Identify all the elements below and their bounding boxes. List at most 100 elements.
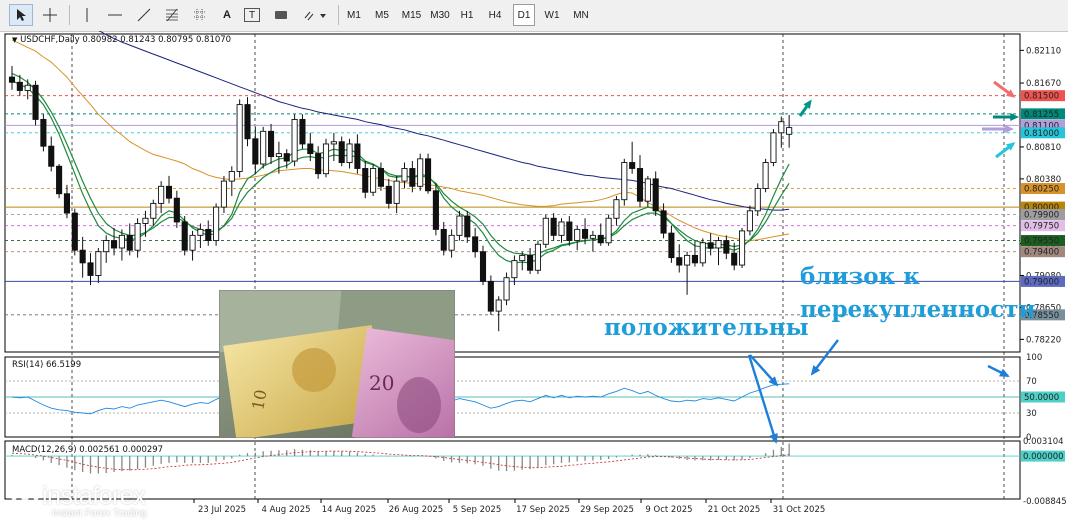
candle-body — [786, 127, 793, 135]
candle-body — [582, 228, 589, 239]
candle-body — [268, 130, 275, 158]
toolbar-separator — [338, 5, 339, 25]
candle-body — [24, 84, 31, 91]
candle-body — [205, 228, 212, 242]
candle-body — [495, 299, 502, 312]
rectangle-tool-button[interactable] — [270, 4, 292, 26]
chart-menu-triangle-icon: ▼ — [12, 36, 18, 44]
price-tag-label: 0.80250 — [1024, 185, 1059, 195]
horizontal-line-tool-button[interactable] — [104, 4, 126, 26]
candle-body — [652, 178, 659, 212]
price-tag-label: 0.81255 — [1024, 110, 1059, 120]
candle-body — [56, 165, 63, 195]
candle-body — [307, 143, 314, 155]
candle-body — [487, 280, 494, 312]
y-tick-label: 0.78220 — [1026, 335, 1061, 345]
timeframe-m15-button[interactable]: M15 — [399, 4, 424, 26]
macd-tick-label: 0.003104 — [1023, 437, 1064, 447]
instaforex-logo: instaforex Instant Forex Trading — [8, 480, 178, 520]
candle-body — [558, 221, 565, 236]
timeframe-m30-button[interactable]: M30 — [427, 4, 453, 26]
vertical-line-tool-button[interactable] — [76, 4, 98, 26]
overbought-annotation-line2: перекупленности — [800, 296, 1036, 323]
price-tag-label: 0.79400 — [1024, 248, 1059, 258]
candle-body — [197, 228, 204, 236]
candle-body — [762, 162, 769, 189]
timeframe-w1-button[interactable]: W1 — [541, 4, 563, 26]
svg-text:20: 20 — [369, 371, 394, 395]
candle-body — [142, 217, 149, 224]
candle-body — [165, 185, 173, 199]
candle-body — [448, 234, 455, 251]
rsi-tick-label: 100 — [1026, 353, 1042, 363]
horizontal-line-icon — [108, 14, 122, 16]
x-tick-label: 14 Aug 2025 — [322, 505, 376, 515]
candle-body — [79, 249, 86, 264]
x-tick-label: 31 Oct 2025 — [773, 505, 826, 515]
candle-body — [621, 162, 628, 201]
candle-body — [503, 277, 510, 301]
macd-zero-tag-label: 0.000000 — [1023, 452, 1064, 462]
timeframe-mn-button[interactable]: MN — [569, 4, 593, 26]
candle-body — [668, 232, 675, 259]
candle-body — [707, 242, 714, 249]
grid-tool-button[interactable] — [189, 4, 211, 26]
candle-body — [228, 171, 235, 182]
timeframe-h4-button[interactable]: H4 — [484, 4, 506, 26]
arrows-tool-dropdown[interactable] — [300, 4, 330, 26]
candle-body — [472, 236, 479, 253]
toolbar-separator — [69, 5, 70, 25]
candle-body — [322, 143, 330, 175]
candle-body — [597, 234, 604, 244]
candle-body — [566, 221, 573, 242]
candle-body — [534, 243, 541, 271]
logo-tagline: Instant Forex Trading — [52, 508, 147, 519]
price-tag-label: 0.79000 — [1024, 277, 1059, 287]
timeframe-m5-button[interactable]: M5 — [371, 4, 393, 26]
fibonacci-icon — [166, 8, 178, 22]
trendline-tool-button[interactable] — [133, 4, 155, 26]
candle-body — [118, 234, 125, 249]
candle-body — [754, 188, 761, 212]
price-tag-label: 0.79900 — [1024, 211, 1059, 221]
candle-body — [660, 210, 667, 234]
timeframe-d1-button[interactable]: D1 — [513, 4, 535, 26]
currency-banknotes-photo: 10 20 — [219, 290, 455, 438]
timeframe-m1-button[interactable]: M1 — [343, 4, 365, 26]
price-tag-label: 0.81500 — [1024, 92, 1059, 102]
x-tick-label: 5 Sep 2025 — [453, 505, 501, 515]
candle-body — [110, 240, 118, 249]
cursor-arrow-icon — [17, 9, 26, 21]
candle-body — [691, 254, 698, 264]
price-tag-label: 0.81000 — [1024, 129, 1059, 139]
rsi-indicator-label: RSI(14) 66.5199 — [12, 360, 82, 370]
candle-body — [676, 257, 683, 266]
candle-body — [291, 118, 298, 162]
text-label-tool-button[interactable]: T — [244, 8, 260, 22]
crosshair-tool-button[interactable] — [38, 4, 62, 26]
candle-body — [613, 199, 620, 219]
candle-body — [644, 178, 651, 202]
candle-body — [715, 240, 722, 249]
candle-body — [354, 143, 361, 169]
candle-body — [456, 215, 463, 236]
cursor-tool-button[interactable] — [9, 4, 33, 26]
fibonacci-tool-button[interactable] — [161, 4, 183, 26]
candle-body — [32, 84, 39, 120]
macd-indicator-label: MACD(12,26,9) 0.002561 0.000297 — [12, 445, 164, 455]
candle-body — [377, 168, 385, 187]
candle-body — [40, 118, 47, 147]
crosshair-icon — [43, 8, 57, 22]
candle-body — [213, 206, 220, 242]
x-tick-label: 9 Oct 2025 — [645, 505, 692, 515]
rsi-tick-label: 70 — [1026, 377, 1037, 387]
candle-body — [589, 234, 596, 239]
candle-body — [95, 251, 102, 276]
vertical-line-icon — [86, 8, 88, 22]
candle-body — [385, 185, 392, 204]
candle-body — [393, 180, 400, 204]
candle-body — [181, 221, 188, 251]
text-tool-button[interactable]: A — [218, 4, 236, 26]
timeframe-h1-button[interactable]: H1 — [456, 4, 478, 26]
candle-body — [401, 168, 408, 182]
